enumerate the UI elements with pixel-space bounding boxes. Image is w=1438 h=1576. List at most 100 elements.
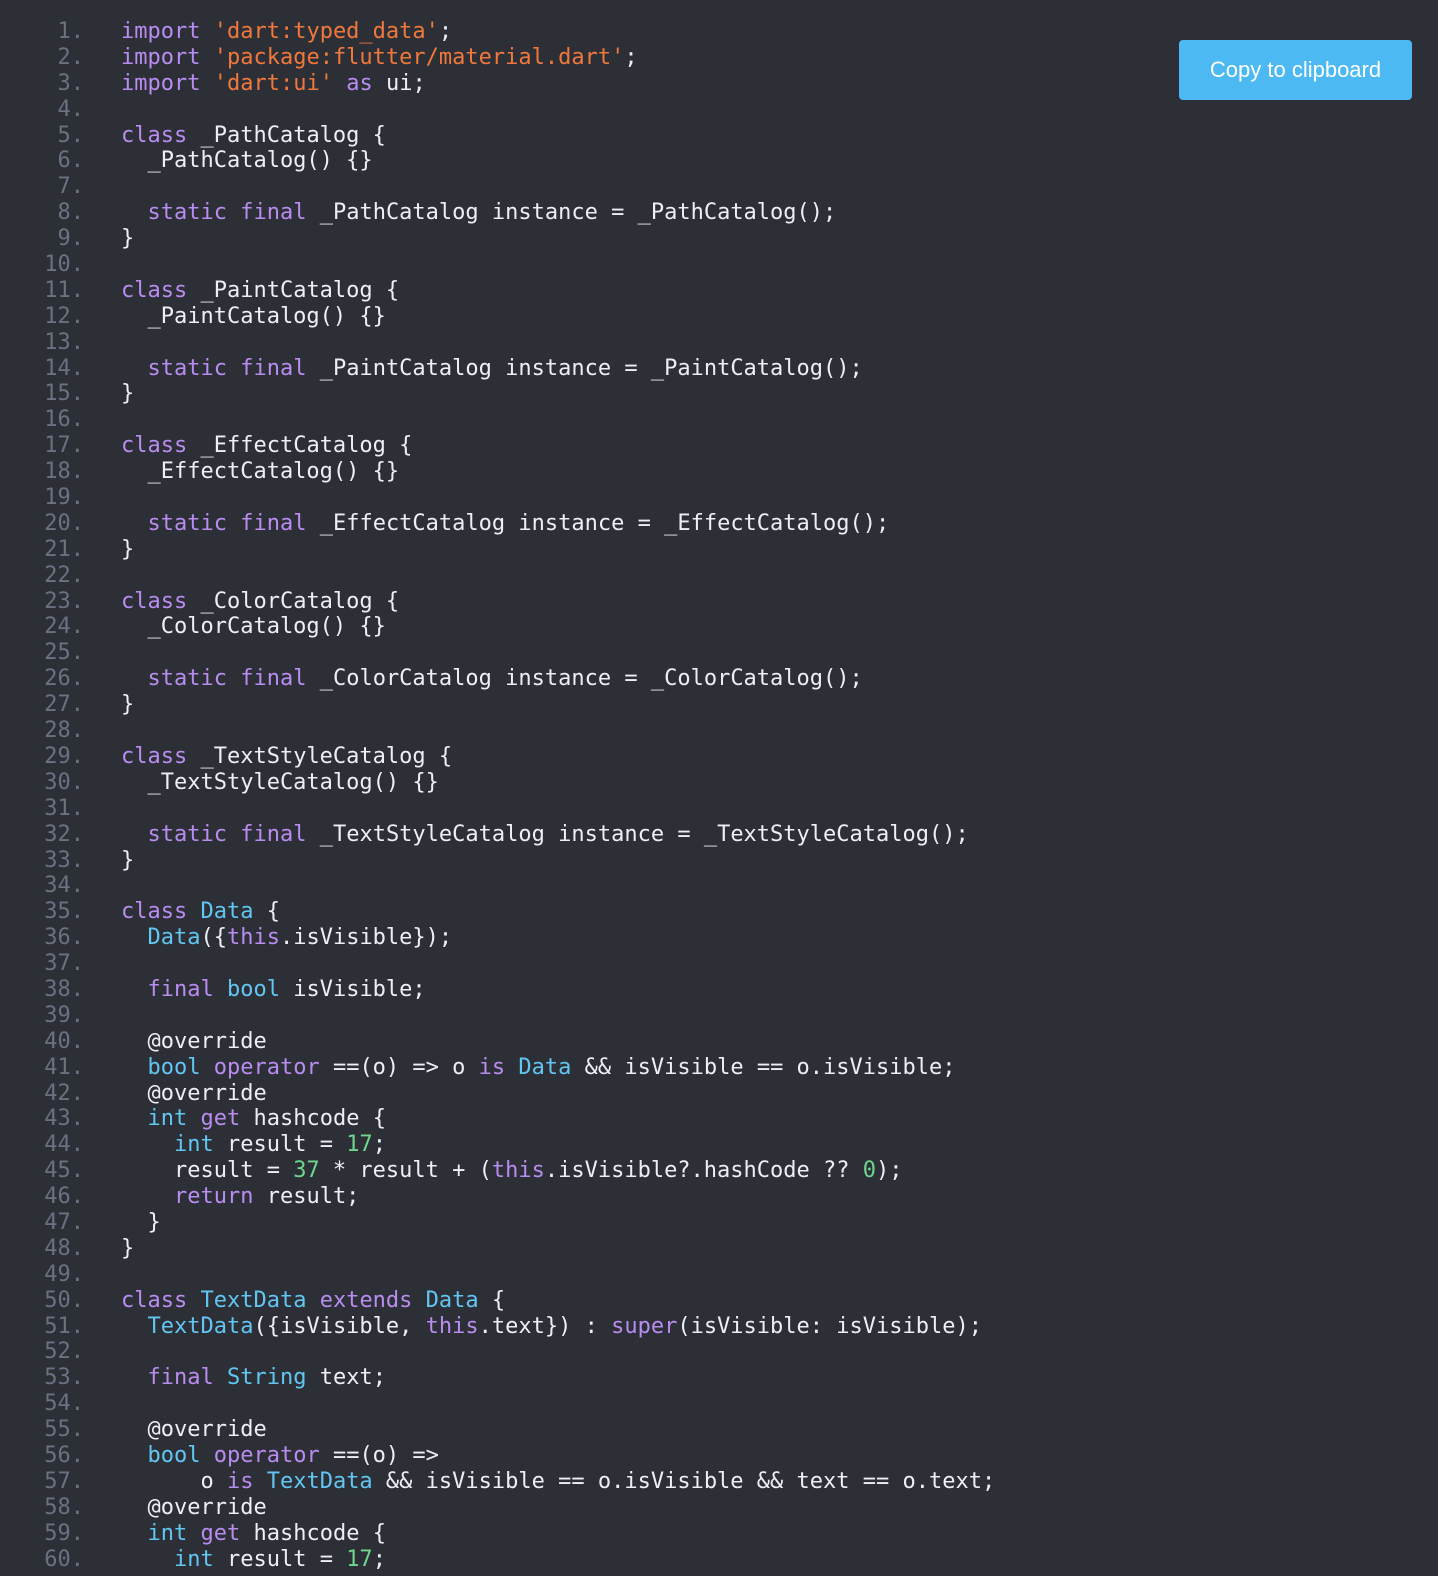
code-token: bool [147, 1054, 201, 1080]
line-code: static final _PaintCatalog instance = _P… [121, 356, 863, 382]
line-number: 33. [44, 847, 84, 873]
code-token: result = [213, 1546, 347, 1572]
line-code: static final _EffectCatalog instance = _… [121, 510, 890, 537]
code-line: 8. static final _PathCatalog instance = … [0, 200, 1438, 226]
code-line: 26. static final _ColorCatalog instance … [0, 666, 1438, 692]
line-code: o is TextData && isVisible == o.isVisibl… [121, 1469, 995, 1495]
line-number: 43. [44, 1106, 84, 1132]
code-token: .isVisible}); [279, 925, 453, 951]
line-number: 41. [44, 1054, 84, 1080]
code-line: 19. [0, 485, 1438, 511]
code-line: 17. class _EffectCatalog { [0, 433, 1438, 459]
code-token: _ColorCatalog() {} [121, 614, 386, 640]
code-token: extends [319, 1287, 413, 1313]
line-number: 8. [57, 200, 85, 226]
line-number: 51. [44, 1313, 84, 1339]
code-token: ; [372, 1132, 386, 1158]
line-code: @override [121, 1494, 267, 1521]
line-number: 35. [44, 899, 84, 925]
code-token: static [147, 510, 227, 536]
line-number: 36. [44, 925, 84, 951]
code-line: 46. return result; [0, 1184, 1438, 1210]
code-line: 18. _EffectCatalog() {} [0, 459, 1438, 485]
code-token: @override [121, 1494, 267, 1520]
code-token: get [200, 1106, 241, 1132]
line-number: 19. [44, 485, 84, 511]
code-line: 47. } [0, 1210, 1438, 1236]
code-line: 44. int result = 17; [0, 1132, 1438, 1158]
code-line: 37. [0, 951, 1438, 977]
code-line: 4. [0, 97, 1438, 123]
code-token: TextData [147, 1313, 254, 1339]
code-token: @override [121, 1028, 267, 1054]
code-token: String [226, 1365, 307, 1391]
code-token: } [121, 536, 135, 562]
code-line: 40. @override [0, 1029, 1438, 1055]
line-number: 57. [44, 1468, 84, 1494]
code-token: super [611, 1313, 678, 1339]
code-token: @override [121, 1417, 267, 1443]
copy-to-clipboard-button[interactable]: Copy to clipboard [1179, 40, 1412, 100]
line-code: int get hashcode { [121, 1106, 386, 1132]
line-code: class _PathCatalog { [121, 123, 386, 149]
code-token: _PathCatalog instance = _PathCatalog(); [306, 200, 837, 226]
line-code: @override [121, 1417, 267, 1443]
line-number: 53. [44, 1365, 84, 1391]
line-number: 29. [44, 743, 84, 769]
line-number: 46. [44, 1184, 84, 1210]
code-token: ui; [372, 70, 426, 96]
code-token: final [147, 976, 214, 1002]
code-token: class [121, 1287, 188, 1313]
code-line: 56. bool operator ==(o) => [0, 1443, 1438, 1469]
code-token: operator [213, 1442, 320, 1468]
code-line: 55. @override [0, 1417, 1438, 1443]
line-number: 26. [44, 666, 84, 692]
code-token: 0 [862, 1158, 876, 1184]
code-token: class [121, 433, 188, 459]
line-number: 37. [44, 951, 84, 977]
code-token: _ColorCatalog instance = _ColorCatalog()… [306, 666, 863, 692]
line-number: 59. [44, 1520, 84, 1546]
line-number: 9. [57, 226, 85, 252]
code-token: result = [121, 1158, 294, 1184]
code-token: TextData [266, 1468, 373, 1494]
code-token: Data [425, 1287, 479, 1313]
code-token: } [121, 847, 135, 873]
code-line: 21.} [0, 537, 1438, 563]
line-number: 56. [44, 1442, 84, 1468]
code-line: 33.} [0, 848, 1438, 874]
code-token: hashcode { [240, 1520, 386, 1546]
line-number: 12. [44, 303, 84, 329]
code-line: 57. o is TextData && isVisible == o.isVi… [0, 1469, 1438, 1495]
line-code: int result = 17; [121, 1547, 386, 1573]
code-token: ==(o) => o [319, 1054, 479, 1080]
line-number: 30. [44, 769, 84, 795]
line-code: static final _ColorCatalog instance = _C… [121, 666, 863, 692]
code-token: as [346, 70, 373, 96]
code-token: } [121, 692, 135, 718]
code-token: } [121, 1209, 161, 1235]
code-token: operator [213, 1054, 320, 1080]
code-line: 23. class _ColorCatalog { [0, 589, 1438, 615]
line-number: 15. [44, 381, 84, 407]
line-number: 14. [44, 355, 84, 381]
code-token: (isVisible: isVisible); [677, 1313, 982, 1339]
code-token: Data [147, 925, 201, 951]
code-token: text; [306, 1365, 386, 1391]
line-code: _PathCatalog() {} [121, 148, 372, 174]
line-code: } [121, 537, 134, 563]
code-token: final [240, 821, 307, 847]
code-token: ==(o) => [319, 1442, 439, 1468]
code-line: 60. int result = 17; [0, 1547, 1438, 1573]
code-token: .text}) : [478, 1313, 612, 1339]
